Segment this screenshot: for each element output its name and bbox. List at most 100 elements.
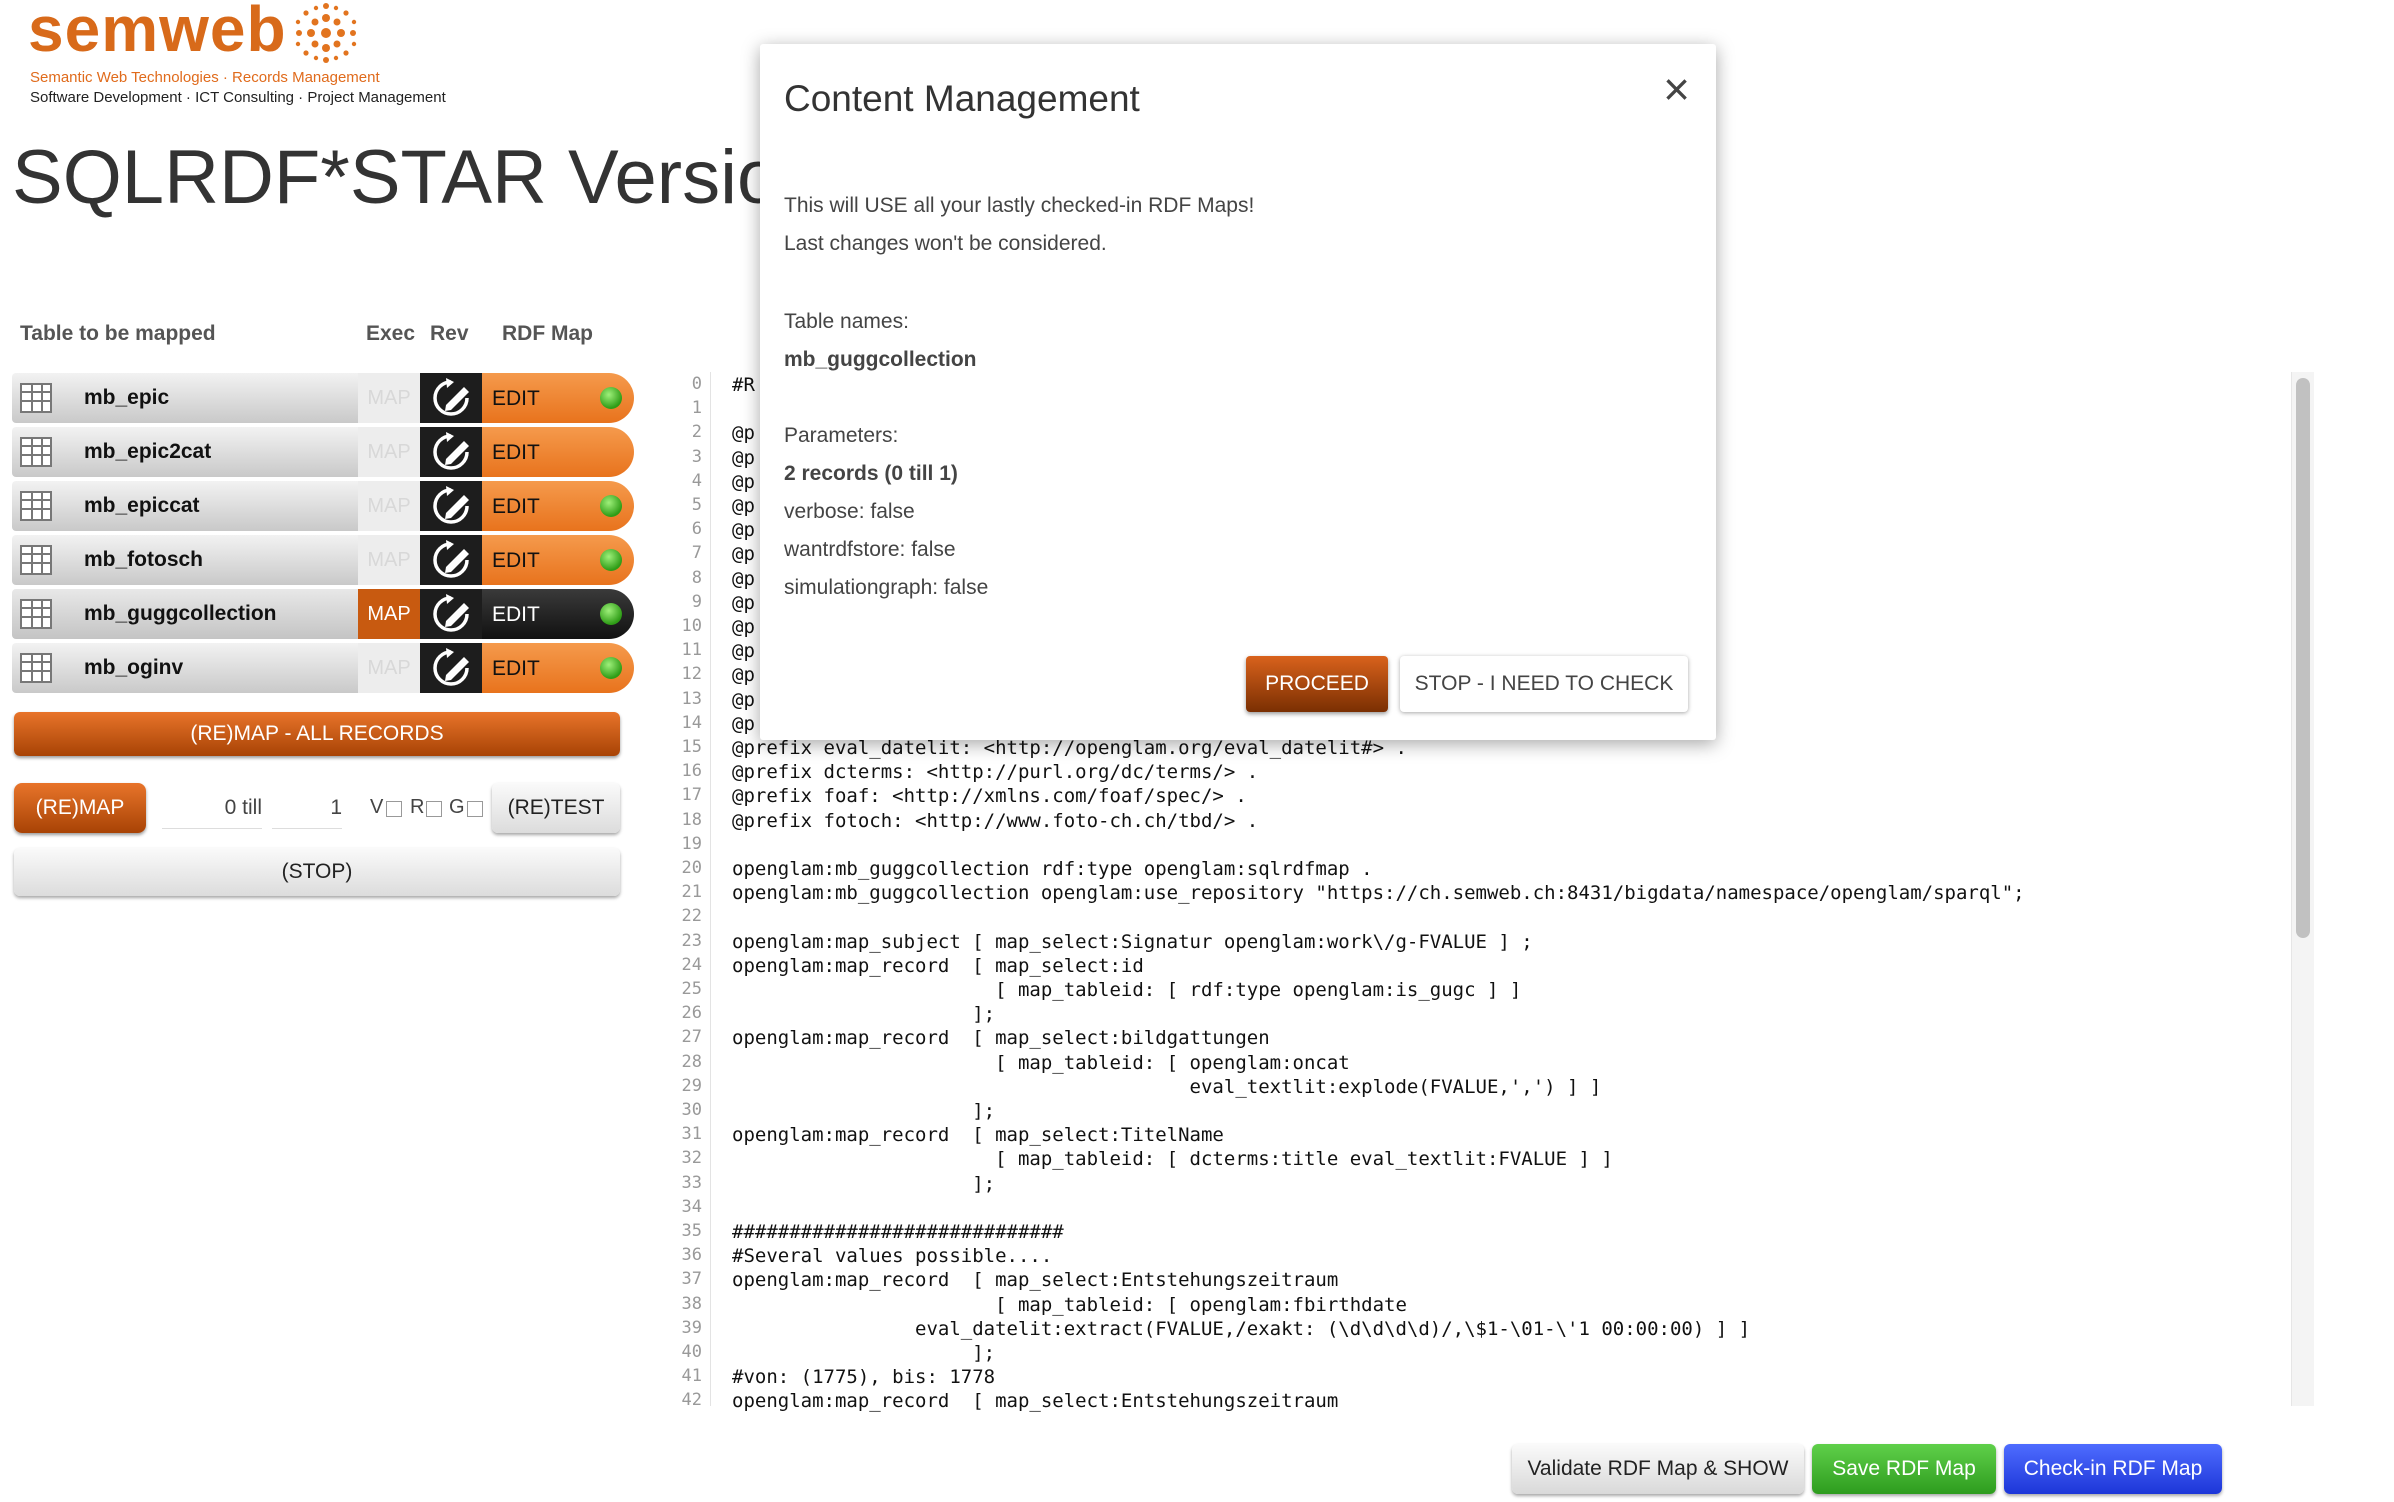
map-exec-button[interactable]: MAP <box>358 589 420 639</box>
map-exec-button[interactable]: MAP <box>358 535 420 585</box>
remap-all-records-button[interactable]: (RE)MAP - ALL RECORDS <box>14 712 620 756</box>
revision-button[interactable] <box>420 589 482 639</box>
editor-scrollbar-thumb[interactable] <box>2296 378 2310 938</box>
code-line[interactable]: @prefix fotoch: <http://www.foto-ch.ch/t… <box>732 810 1258 832</box>
code-line[interactable]: ]; <box>732 1003 995 1025</box>
status-indicator <box>600 495 622 517</box>
code-line[interactable]: [ map_tableid: [ openglam:oncat <box>732 1052 1350 1074</box>
rdfstore-checkbox[interactable] <box>426 801 442 817</box>
table-name-cell[interactable]: mb_epic2cat <box>12 427 358 477</box>
code-line[interactable]: openglam:map_record [ map_select:Entsteh… <box>732 1269 1338 1291</box>
status-indicator <box>600 549 622 571</box>
map-exec-button[interactable]: MAP <box>358 373 420 423</box>
table-name-cell[interactable]: mb_oginv <box>12 643 358 693</box>
code-line[interactable]: ]; <box>732 1342 995 1364</box>
edit-rdf-map-button[interactable]: EDIT <box>482 481 634 531</box>
code-line[interactable]: @p <box>732 519 755 541</box>
revision-button[interactable] <box>420 373 482 423</box>
table-icon <box>20 383 52 413</box>
code-line[interactable]: @p <box>732 495 755 517</box>
line-number: 23 <box>681 930 702 951</box>
code-line[interactable]: eval_datelit:extract(FVALUE,/exakt: (\d\… <box>732 1318 1750 1340</box>
range-from-input[interactable]: 0 till <box>162 788 262 829</box>
status-indicator <box>600 387 622 409</box>
edit-rdf-map-button[interactable]: EDIT <box>482 643 634 693</box>
code-line[interactable]: @p <box>732 713 755 735</box>
code-line[interactable]: @p <box>732 640 755 662</box>
table-name: mb_guggcollection <box>84 602 277 625</box>
line-number: 26 <box>681 1003 702 1024</box>
map-exec-button[interactable]: MAP <box>358 643 420 693</box>
editor-scrollbar[interactable] <box>2291 372 2314 1406</box>
revision-button[interactable] <box>420 535 482 585</box>
code-line[interactable]: @prefix eval_datelit: <http://openglam.o… <box>732 737 1407 759</box>
code-line[interactable]: ############################# <box>732 1221 1064 1243</box>
stop-button[interactable]: (STOP) <box>14 848 620 896</box>
range-to-input[interactable]: 1 <box>272 788 342 829</box>
code-line[interactable]: @p <box>732 422 755 444</box>
map-exec-button[interactable]: MAP <box>358 481 420 531</box>
table-row[interactable]: mb_fotosch MAP EDIT <box>12 535 634 585</box>
line-number: 42 <box>681 1390 702 1411</box>
table-name-cell[interactable]: mb_fotosch <box>12 535 358 585</box>
remap-button[interactable]: (RE)MAP <box>14 783 146 833</box>
line-number: 0 <box>691 374 702 394</box>
code-line[interactable]: #R <box>732 374 755 396</box>
code-line[interactable]: [ map_tableid: [ openglam:fbirthdate <box>732 1294 1407 1316</box>
code-line[interactable]: @p <box>732 689 755 711</box>
graph-checkbox[interactable] <box>467 801 483 817</box>
code-line[interactable]: openglam:map_record [ map_select:id <box>732 955 1144 977</box>
code-line[interactable]: @p <box>732 592 755 614</box>
code-line[interactable]: @p <box>732 447 755 469</box>
code-line[interactable]: #Several values possible.... <box>732 1245 1052 1267</box>
code-line[interactable]: openglam:map_subject [ map_select:Signat… <box>732 931 1533 953</box>
line-number: 38 <box>681 1293 702 1314</box>
stop-need-to-check-button[interactable]: STOP - I NEED TO CHECK <box>1400 656 1688 712</box>
code-line[interactable]: [ map_tableid: [ dcterms:title eval_text… <box>732 1148 1613 1170</box>
table-row[interactable]: mb_epic2cat MAP EDIT <box>12 427 634 477</box>
close-icon[interactable]: × <box>1663 66 1690 112</box>
checkin-rdf-map-button[interactable]: Check-in RDF Map <box>2004 1444 2222 1494</box>
edit-rdf-map-button[interactable]: EDIT <box>482 373 634 423</box>
revision-button[interactable] <box>420 643 482 693</box>
verbose-checkbox[interactable] <box>386 801 402 817</box>
table-name-cell[interactable]: mb_epiccat <box>12 481 358 531</box>
code-line[interactable]: @p <box>732 616 755 638</box>
code-line[interactable]: openglam:mb_guggcollection openglam:use_… <box>732 882 2025 904</box>
edit-rdf-map-button[interactable]: EDIT <box>482 535 634 585</box>
table-row[interactable]: mb_guggcollection MAP EDIT <box>12 589 634 639</box>
proceed-button[interactable]: PROCEED <box>1246 656 1388 712</box>
code-line[interactable]: ]; <box>732 1173 995 1195</box>
table-row[interactable]: mb_epic MAP EDIT <box>12 373 634 423</box>
table-name-cell[interactable]: mb_epic <box>12 373 358 423</box>
revision-button[interactable] <box>420 427 482 477</box>
edit-rdf-map-button[interactable]: EDIT <box>482 427 634 477</box>
revision-button[interactable] <box>420 481 482 531</box>
retest-button[interactable]: (RE)TEST <box>492 783 620 833</box>
code-line[interactable]: ]; <box>732 1100 995 1122</box>
code-line[interactable]: @prefix foaf: <http://xmlns.com/foaf/spe… <box>732 785 1247 807</box>
code-line[interactable]: @p <box>732 543 755 565</box>
code-line[interactable]: openglam:map_record [ map_select:bildgat… <box>732 1027 1270 1049</box>
code-line[interactable]: @p <box>732 568 755 590</box>
code-line[interactable]: openglam:map_record [ map_select:TitelNa… <box>732 1124 1224 1146</box>
code-line[interactable]: openglam:mb_guggcollection rdf:type open… <box>732 858 1373 880</box>
code-line[interactable]: @p <box>732 664 755 686</box>
line-number: 37 <box>681 1269 702 1290</box>
save-rdf-map-button[interactable]: Save RDF Map <box>1812 1444 1996 1494</box>
table-row[interactable]: mb_epiccat MAP EDIT <box>12 481 634 531</box>
map-exec-button[interactable]: MAP <box>358 427 420 477</box>
code-line[interactable]: eval_textlit:explode(FVALUE,',') ] ] <box>732 1076 1602 1098</box>
table-name: mb_epiccat <box>84 494 200 517</box>
validate-and-show-button[interactable]: Validate RDF Map & SHOW <box>1512 1444 1804 1494</box>
code-line[interactable]: #von: (1775), bis: 1778 <box>732 1366 995 1388</box>
line-number: 24 <box>681 954 702 975</box>
line-number: 32 <box>681 1148 702 1169</box>
code-line[interactable]: @prefix dcterms: <http://purl.org/dc/ter… <box>732 761 1258 783</box>
table-row[interactable]: mb_oginv MAP EDIT <box>12 643 634 693</box>
code-line[interactable]: @p <box>732 471 755 493</box>
table-name-cell[interactable]: mb_guggcollection <box>12 589 358 639</box>
edit-rdf-map-button[interactable]: EDIT <box>482 589 634 639</box>
code-line[interactable]: [ map_tableid: [ rdf:type openglam:is_gu… <box>732 979 1521 1001</box>
code-line[interactable]: openglam:map_record [ map_select:Entsteh… <box>732 1390 1338 1412</box>
